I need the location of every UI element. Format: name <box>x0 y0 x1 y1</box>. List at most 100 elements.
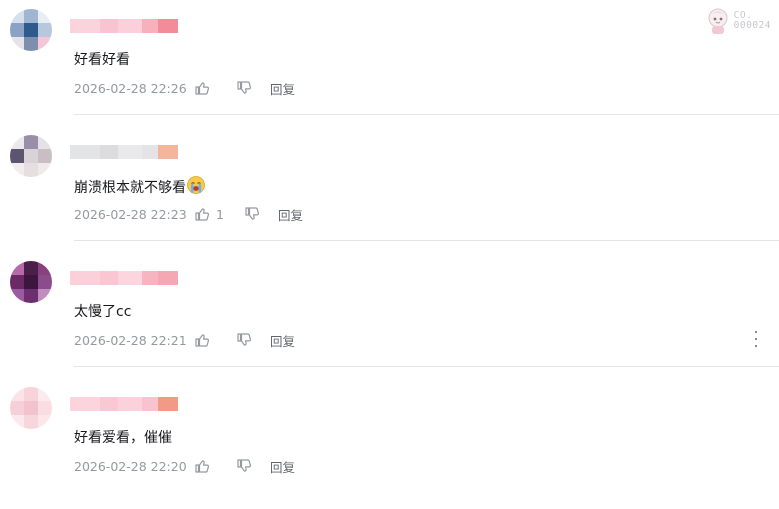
comment-time: 2026-02-28 22:26 <box>74 80 187 96</box>
username-pixel <box>70 397 100 411</box>
comment-item: 好看好看 2026-02-28 22:26 回复 <box>0 5 779 131</box>
username-pixel <box>70 145 100 159</box>
username-pixel <box>70 19 100 33</box>
comment-text: 崩溃根本就不够看 <box>74 175 206 197</box>
avatar-pixel <box>24 261 38 275</box>
avatar-pixel <box>24 163 38 177</box>
username-blurred[interactable] <box>70 271 180 285</box>
avatar-pixel <box>24 387 38 401</box>
avatar[interactable] <box>10 387 52 429</box>
dislike-button[interactable] <box>244 206 260 222</box>
divider <box>74 240 779 241</box>
comment-time: 2026-02-28 22:23 <box>74 206 187 222</box>
username-pixel <box>142 145 158 159</box>
comment-time: 2026-02-28 22:21 <box>74 332 187 348</box>
reply-button[interactable]: 回复 <box>278 205 303 224</box>
avatar-pixel <box>24 289 38 303</box>
username-pixel <box>100 145 118 159</box>
avatar-pixel <box>24 401 38 415</box>
avatar[interactable] <box>10 261 52 303</box>
comment-text: 好看好看 <box>74 52 130 68</box>
avatar-pixel <box>24 135 38 149</box>
comment-item: 好看爱看，催催 2026-02-28 22:20 回复 <box>0 383 779 509</box>
like-count: 1 <box>216 206 224 222</box>
reply-button[interactable]: 回复 <box>270 79 295 98</box>
comment-text: 太慢了cc <box>74 304 132 320</box>
dislike-button[interactable] <box>236 458 252 474</box>
thumb-up-icon <box>195 334 210 347</box>
reply-button[interactable]: 回复 <box>270 331 295 350</box>
username-pixel <box>118 397 142 411</box>
thumb-down-icon <box>237 333 252 346</box>
avatar-pixel <box>10 23 24 37</box>
avatar-pixel <box>38 275 52 289</box>
username-blurred[interactable] <box>70 19 180 33</box>
thumb-down-icon <box>237 81 252 94</box>
comment-meta: 2026-02-28 22:26 回复 <box>74 78 295 98</box>
username-pixel <box>142 271 158 285</box>
comment-item: 太慢了cc 2026-02-28 22:21 回复 <box>0 257 779 383</box>
comment-meta: 2026-02-28 22:21 回复 <box>74 330 295 350</box>
avatar-pixel <box>38 135 52 149</box>
username-pixel <box>100 271 118 285</box>
avatar-pixel <box>38 289 52 303</box>
thumb-down-icon <box>245 207 259 220</box>
username-pixel <box>142 19 158 33</box>
more-options-icon[interactable] <box>753 331 759 347</box>
username-blurred[interactable] <box>70 397 180 411</box>
like-button[interactable]: 1 <box>194 206 224 222</box>
avatar-pixel <box>38 415 52 429</box>
avatar-pixel <box>24 275 38 289</box>
dislike-button[interactable] <box>236 332 252 348</box>
username-pixel <box>100 19 118 33</box>
username-pixel <box>70 271 100 285</box>
username-pixel <box>100 397 118 411</box>
avatar-pixel <box>10 37 24 51</box>
avatar[interactable] <box>10 9 52 51</box>
thumb-up-icon <box>195 82 210 95</box>
comment-item: 崩溃根本就不够看 2026-02-28 22:23 1 回复 <box>0 131 779 257</box>
avatar-pixel <box>24 9 38 23</box>
comment-meta: 2026-02-28 22:20 回复 <box>74 456 295 476</box>
comment-text: 好看爱看，催催 <box>74 430 172 446</box>
dislike-button[interactable] <box>236 80 252 96</box>
avatar-pixel <box>10 261 24 275</box>
divider <box>74 366 779 367</box>
comment-meta: 2026-02-28 22:23 1 回复 <box>74 204 303 224</box>
thumb-up-icon <box>195 208 210 221</box>
username-pixel <box>118 145 142 159</box>
like-button[interactable] <box>194 458 216 474</box>
username-pixel <box>158 145 178 159</box>
like-button[interactable] <box>194 80 216 96</box>
avatar-pixel <box>10 163 24 177</box>
username-pixel <box>158 19 178 33</box>
username-pixel <box>158 397 178 411</box>
like-button[interactable] <box>194 332 216 348</box>
avatar-pixel <box>24 23 38 37</box>
avatar[interactable] <box>10 135 52 177</box>
avatar-pixel <box>24 415 38 429</box>
avatar-pixel <box>10 135 24 149</box>
username-pixel <box>118 271 142 285</box>
avatar-pixel <box>10 9 24 23</box>
avatar-pixel <box>38 163 52 177</box>
username-blurred[interactable] <box>70 145 180 159</box>
avatar-pixel <box>24 149 38 163</box>
reply-button[interactable]: 回复 <box>270 457 295 476</box>
avatar-pixel <box>10 401 24 415</box>
avatar-pixel <box>10 387 24 401</box>
divider <box>74 114 779 115</box>
avatar-pixel <box>10 289 24 303</box>
thumb-up-icon <box>195 460 210 473</box>
avatar-pixel <box>38 401 52 415</box>
avatar-pixel <box>38 261 52 275</box>
avatar-pixel <box>38 387 52 401</box>
avatar-pixel <box>38 37 52 51</box>
comment-time: 2026-02-28 22:20 <box>74 458 187 474</box>
avatar-pixel <box>10 415 24 429</box>
avatar-pixel <box>10 149 24 163</box>
avatar-pixel <box>38 9 52 23</box>
avatar-pixel <box>38 23 52 37</box>
username-pixel <box>118 19 142 33</box>
crying-emoji-icon <box>187 176 205 194</box>
